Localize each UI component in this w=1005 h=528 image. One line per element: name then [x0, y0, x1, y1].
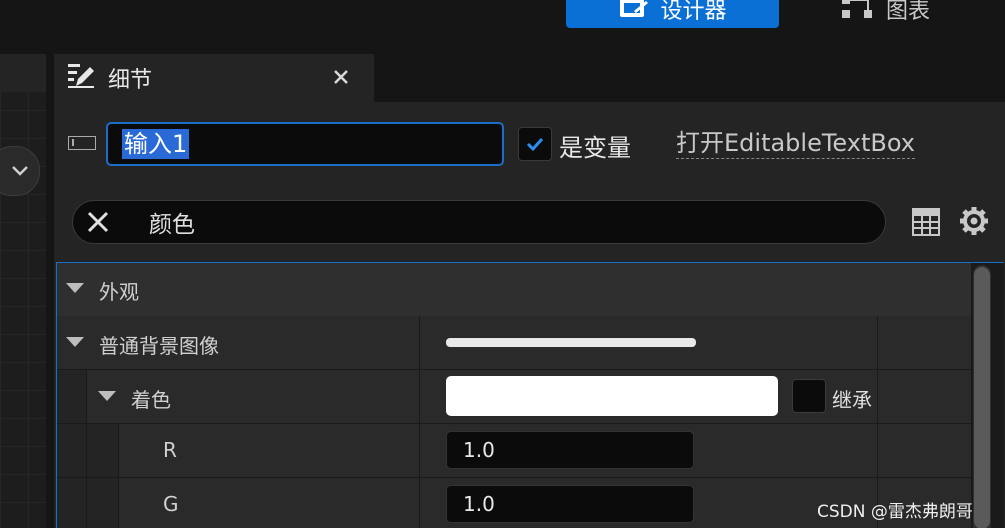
chevron-down-icon	[11, 162, 29, 181]
close-icon[interactable]	[328, 64, 354, 90]
tint-color-swatch[interactable]	[446, 376, 778, 416]
tree-scrollbar[interactable]	[973, 265, 991, 528]
open-editable-textbox-link[interactable]: 打开EditableTextBox	[676, 128, 916, 159]
tree-scrollbar-thumb[interactable]	[974, 267, 990, 528]
property-tree: 外观 普通背景图像 着色 继承 R 1.0 G 1.0	[56, 262, 1004, 528]
property-matrix-icon[interactable]	[912, 208, 940, 236]
expand-triangle-icon[interactable]	[66, 337, 84, 347]
graph-icon	[840, 0, 876, 24]
graph-label: 图表	[886, 0, 931, 24]
r-value: 1.0	[463, 438, 495, 462]
property-r-label: R	[163, 438, 177, 462]
edit-icon	[66, 62, 96, 94]
gear-icon[interactable]	[958, 205, 990, 237]
left-dropdown-button[interactable]	[0, 146, 40, 196]
details-search-input[interactable]: 颜色	[72, 200, 886, 244]
clear-search-icon[interactable]	[83, 207, 113, 237]
editor-window: 设计器 图表 细节 输入1 是变量 打开EditableTextBox 颜色 外…	[0, 0, 1005, 528]
brush-preview-bar[interactable]	[446, 338, 696, 347]
text-box-icon	[68, 136, 96, 150]
inherit-label: 继承	[832, 388, 872, 412]
property-normal-bg-image-label: 普通背景图像	[99, 334, 219, 358]
designer-button[interactable]: 设计器	[566, 0, 779, 28]
designer-label: 设计器	[660, 0, 727, 24]
tab-strip-empty	[374, 54, 1005, 102]
inherit-checkbox[interactable]	[792, 379, 826, 413]
category-appearance[interactable]: 外观	[57, 263, 971, 316]
property-normal-bg-image[interactable]: 普通背景图像	[57, 316, 971, 369]
widget-name-value: 输入1	[122, 129, 190, 159]
tab-details[interactable]: 细节	[54, 54, 374, 102]
is-variable-label: 是变量	[559, 134, 631, 162]
widget-name-input[interactable]: 输入1	[106, 122, 504, 166]
r-value-input[interactable]: 1.0	[446, 431, 694, 469]
top-toolbar: 设计器 图表	[0, 0, 1005, 44]
left-strip-header	[0, 54, 46, 92]
is-variable-checkbox[interactable]	[518, 127, 552, 161]
property-r[interactable]: R 1.0	[57, 424, 971, 477]
category-appearance-label: 外观	[99, 280, 139, 304]
designer-icon	[618, 0, 650, 21]
expand-triangle-icon[interactable]	[98, 391, 116, 401]
property-g-label: G	[163, 492, 179, 516]
g-value-input[interactable]: 1.0	[446, 485, 694, 523]
tab-title: 细节	[108, 68, 153, 93]
property-tint-label: 着色	[131, 388, 171, 412]
property-tint[interactable]: 着色 继承	[57, 370, 971, 423]
watermark: CSDN @雷杰弗朗哥	[817, 502, 973, 522]
g-value: 1.0	[463, 492, 495, 516]
checkmark-icon	[526, 137, 544, 152]
search-text: 颜色	[149, 212, 195, 238]
expand-triangle-icon[interactable]	[66, 283, 84, 293]
details-panel: 细节 输入1 是变量 打开EditableTextBox 颜色 外观 普通背景图…	[54, 54, 1005, 528]
left-canvas-strip	[0, 54, 46, 528]
graph-button[interactable]: 图表	[840, 0, 930, 28]
